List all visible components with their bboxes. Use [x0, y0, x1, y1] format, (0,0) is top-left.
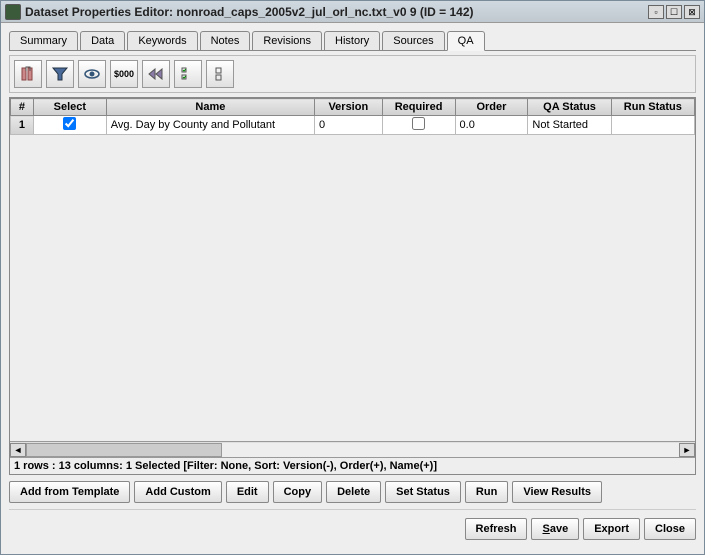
tab-sources[interactable]: Sources [382, 31, 444, 50]
table-row[interactable]: 1 Avg. Day by County and Pollutant 0 0.0… [11, 116, 695, 135]
edit-button[interactable]: Edit [226, 481, 269, 503]
scroll-left-icon[interactable]: ◄ [10, 443, 26, 457]
tab-data[interactable]: Data [80, 31, 125, 50]
col-rownum[interactable]: # [11, 99, 34, 116]
set-status-button[interactable]: Set Status [385, 481, 461, 503]
col-version[interactable]: Version [314, 99, 382, 116]
add-from-template-button[interactable]: Add from Template [9, 481, 130, 503]
tab-notes[interactable]: Notes [200, 31, 251, 50]
filter-button[interactable] [46, 60, 74, 88]
format-money-button[interactable]: $000 [110, 60, 138, 88]
view-button[interactable] [78, 60, 106, 88]
app-icon [5, 4, 21, 20]
cell-name[interactable]: Avg. Day by County and Pollutant [106, 116, 314, 135]
required-checkbox[interactable] [412, 117, 425, 130]
action-buttons: Add from Template Add Custom Edit Copy D… [9, 475, 696, 509]
refresh-button[interactable]: Refresh [465, 518, 528, 540]
save-label-rest: ave [550, 523, 568, 535]
scroll-track[interactable] [26, 443, 679, 457]
export-button[interactable]: Export [583, 518, 640, 540]
cell-run-status[interactable] [611, 116, 694, 135]
rewind-icon [147, 65, 165, 83]
col-name[interactable]: Name [106, 99, 314, 116]
col-select[interactable]: Select [33, 99, 106, 116]
checklist-button[interactable] [174, 60, 202, 88]
col-order[interactable]: Order [455, 99, 528, 116]
tab-keywords[interactable]: Keywords [127, 31, 197, 50]
qa-table-container: # Select Name Version Required Order QA … [9, 97, 696, 475]
uncheck-button[interactable] [206, 60, 234, 88]
column-icon [19, 65, 37, 83]
run-button[interactable]: Run [465, 481, 508, 503]
table-status: 1 rows : 13 columns: 1 Selected [Filter:… [10, 457, 695, 474]
col-qa-status[interactable]: QA Status [528, 99, 611, 116]
window-controls: ▫ ☐ ⊠ [648, 5, 700, 19]
dataset-properties-editor-window: Dataset Properties Editor: nonroad_caps_… [0, 0, 705, 555]
minimize-icon[interactable]: ▫ [648, 5, 664, 19]
close-button[interactable]: Close [644, 518, 696, 540]
check-list-icon [179, 65, 197, 83]
tab-history[interactable]: History [324, 31, 380, 50]
maximize-icon[interactable]: ☐ [666, 5, 682, 19]
column-chooser-button[interactable] [14, 60, 42, 88]
dialog-buttons: Refresh Save Export Close [9, 509, 696, 546]
empty-list-icon [211, 65, 229, 83]
scroll-thumb[interactable] [26, 443, 222, 457]
toolbar: $000 [9, 55, 696, 93]
qa-table: # Select Name Version Required Order QA … [10, 98, 695, 135]
eye-icon [83, 65, 101, 83]
first-page-button[interactable] [142, 60, 170, 88]
cell-rownum: 1 [11, 116, 34, 135]
tab-summary[interactable]: Summary [9, 31, 78, 50]
cell-order[interactable]: 0.0 [455, 116, 528, 135]
tab-revisions[interactable]: Revisions [252, 31, 322, 50]
copy-button[interactable]: Copy [273, 481, 323, 503]
scroll-right-icon[interactable]: ► [679, 443, 695, 457]
cell-required[interactable] [382, 116, 455, 135]
tab-bar: Summary Data Keywords Notes Revisions Hi… [9, 31, 696, 51]
col-run-status[interactable]: Run Status [611, 99, 694, 116]
horizontal-scrollbar[interactable]: ◄ ► [10, 441, 695, 457]
funnel-icon [51, 65, 69, 83]
cell-qa-status[interactable]: Not Started [528, 116, 611, 135]
window-title: Dataset Properties Editor: nonroad_caps_… [25, 5, 648, 19]
tab-qa[interactable]: QA [447, 31, 485, 51]
titlebar: Dataset Properties Editor: nonroad_caps_… [1, 1, 704, 23]
col-required[interactable]: Required [382, 99, 455, 116]
content-area: Summary Data Keywords Notes Revisions Hi… [1, 23, 704, 554]
delete-button[interactable]: Delete [326, 481, 381, 503]
select-checkbox[interactable] [63, 117, 76, 130]
cell-version[interactable]: 0 [314, 116, 382, 135]
close-icon[interactable]: ⊠ [684, 5, 700, 19]
qa-table-scroll[interactable]: # Select Name Version Required Order QA … [10, 98, 695, 441]
add-custom-button[interactable]: Add Custom [134, 481, 221, 503]
view-results-button[interactable]: View Results [512, 481, 602, 503]
save-button[interactable]: Save [531, 518, 579, 540]
cell-select[interactable] [33, 116, 106, 135]
